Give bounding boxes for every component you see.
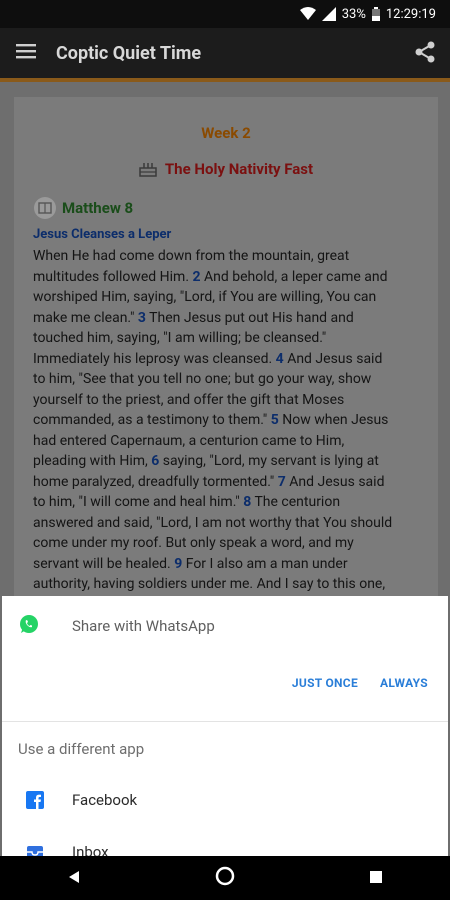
share-icon[interactable] — [414, 41, 436, 67]
passage-line: had entered Capernaum, a centurion came … — [33, 431, 425, 452]
verse-text: commanded, as a testimony to them." — [33, 412, 271, 428]
recents-icon[interactable] — [369, 869, 383, 888]
passage-line: make me clean." 3 Then Jesus put out His… — [33, 308, 425, 329]
battery-icon — [371, 7, 380, 21]
week-label: Week 2 — [201, 124, 251, 142]
bible-icon — [34, 197, 56, 219]
verse-text: Now when Jesus — [278, 412, 389, 428]
verse-number: 3 — [137, 309, 146, 326]
verse-text: to him, "See that you tell no one; but g… — [33, 371, 372, 387]
verse-text: For I also am a man under — [182, 555, 348, 572]
passage-line: worshiped Him, saying, "Lord, if You are… — [33, 287, 425, 308]
passage-line: home paralyzed, dreadfully tormented." 7… — [33, 472, 425, 493]
verse-number: 4 — [275, 350, 284, 367]
just-once-button[interactable]: JUST ONCE — [292, 676, 358, 690]
verse-number: 5 — [270, 412, 279, 428]
verse-text: authority, having soldiers under me. And… — [33, 576, 386, 592]
verse-number: 2 — [192, 268, 201, 285]
app-item-label: Facebook — [72, 791, 138, 809]
navigation-bar — [0, 856, 450, 900]
verse-text: And Jesus said — [283, 350, 383, 367]
verse-text: touched him, saying, "I am willing; be c… — [33, 330, 327, 346]
verse-text: The centurion — [251, 494, 341, 510]
passage-line: yourself to the priest, and offer the gi… — [33, 390, 425, 411]
home-icon[interactable] — [215, 866, 235, 890]
verse-text: servant will be healed. — [33, 555, 175, 572]
passage-line: touched him, saying, "I am willing; be c… — [33, 328, 425, 349]
verse-text: yourself to the priest, and offer the gi… — [33, 391, 345, 408]
passage-line: servant will be healed. 9 For I also am … — [33, 554, 425, 575]
menu-icon[interactable] — [16, 43, 40, 63]
passage-line: answered and said, "Lord, I am not worth… — [33, 513, 425, 534]
passage-line: to him, "I will come and heal him." 8 Th… — [33, 492, 425, 513]
battery-percent: 33% — [341, 6, 366, 22]
sheet-divider — [2, 721, 448, 722]
whatsapp-icon — [18, 613, 40, 639]
chapter-label: Matthew 8 — [62, 199, 134, 217]
always-button[interactable]: ALWAYS — [380, 676, 428, 690]
passage-line: When He had come down from the mountain,… — [33, 246, 425, 267]
back-icon[interactable] — [67, 869, 81, 888]
facebook-icon — [26, 791, 44, 809]
verse-text: come under my roof. But only speak a wor… — [33, 535, 354, 551]
verse-number: 7 — [277, 473, 286, 490]
verse-text: worshiped Him, saying, "Lord, if You are… — [33, 289, 377, 305]
verse-text: make me clean." — [33, 309, 138, 326]
passage-line: come under my roof. But only speak a wor… — [33, 533, 425, 554]
fast-label: The Holy Nativity Fast — [164, 160, 314, 178]
verse-text: answered and said, "Lord, I am not worth… — [33, 514, 393, 531]
passage-line: commanded, as a testimony to them." 5 No… — [33, 410, 425, 431]
different-app-label: Use a different app — [18, 740, 145, 758]
verse-text: had entered Capernaum, a centurion came … — [33, 432, 345, 449]
passage-line: multitudes followed Him. 2 And behold, a… — [33, 267, 425, 288]
passage-line: authority, having soldiers under me. And… — [33, 574, 425, 595]
chapter-title[interactable]: Matthew 8 — [34, 197, 133, 219]
verse-text: And Jesus said — [285, 473, 385, 490]
passage-line: pleading with Him, 6 saying, "Lord, my s… — [33, 451, 425, 472]
verse-text: home paralyzed, dreadfully tormented." — [33, 473, 278, 490]
verse-text: And behold, a leper came and — [200, 268, 388, 285]
signal-icon — [321, 7, 336, 21]
passage-line: to him, "See that you tell no one; but g… — [33, 369, 425, 390]
verse-text: pleading with Him, — [33, 453, 152, 469]
verse-text: to him, "I will come and heal him." — [33, 494, 244, 510]
clock: 12:29:19 — [385, 6, 436, 22]
sheet-actions: JUST ONCE ALWAYS — [292, 676, 428, 690]
app-bar: Coptic Quiet Time — [0, 28, 450, 78]
passage-line: Immediately his leprosy was cleansed. 4 … — [33, 349, 425, 370]
fast-title: The Holy Nativity Fast — [14, 160, 438, 181]
verse-text: multitudes followed Him. — [33, 268, 193, 285]
passage-heading: Jesus Cleanses a Leper — [33, 227, 172, 242]
wifi-icon — [299, 7, 316, 21]
verse-text: When He had come down from the mountain,… — [33, 248, 350, 264]
status-bar: 33% 12:29:19 — [0, 0, 450, 28]
cake-icon — [139, 161, 157, 181]
verse-text: saying, "Lord, my servant is lying at — [159, 453, 379, 469]
app-title: Coptic Quiet Time — [56, 42, 202, 64]
verse-text: Immediately his leprosy was cleansed. — [33, 350, 276, 367]
verse-text: Then Jesus put out His hand and — [145, 309, 354, 326]
share-whatsapp-row[interactable]: Share with WhatsApp — [2, 596, 448, 656]
reading-card: Week 2 The Holy Nativity Fast Matthew 8 … — [14, 97, 438, 617]
app-item-facebook[interactable]: Facebook — [2, 778, 448, 822]
share-sheet: Share with WhatsApp JUST ONCE ALWAYS Use… — [2, 596, 448, 861]
passage-text: When He had come down from the mountain,… — [33, 246, 425, 595]
share-whatsapp-label: Share with WhatsApp — [72, 617, 215, 635]
